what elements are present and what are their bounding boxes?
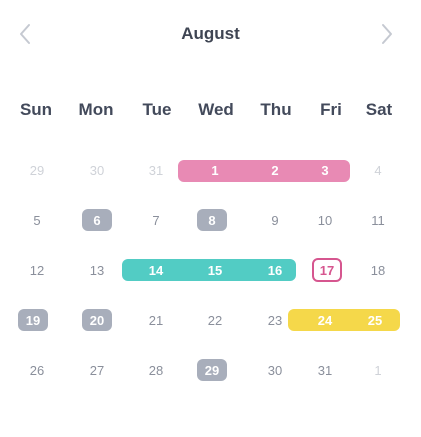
weekday-wed: Wed	[198, 100, 234, 119]
calendar-day[interactable]: 19	[4, 300, 62, 340]
calendar-day[interactable]: 1	[186, 150, 244, 190]
calendar-day[interactable]: 6	[68, 200, 126, 240]
calendar-day[interactable]: 3	[296, 150, 354, 190]
calendar-day[interactable]: 29	[8, 150, 66, 190]
weekday-mon: Mon	[78, 100, 114, 119]
calendar-grid: 29 30 31 1 2 3 4 5 6 7 8 9 10 11 12 13 1…	[0, 150, 421, 430]
calendar-day[interactable]: 5	[8, 200, 66, 240]
calendar-day-today[interactable]: 17	[298, 250, 356, 290]
calendar-day[interactable]: 21	[127, 300, 185, 340]
weekday-sun: Sun	[19, 100, 53, 119]
calendar-day[interactable]: 26	[8, 350, 66, 390]
next-month-button[interactable]	[372, 20, 400, 48]
weekday-header-row: Sun Mon Tue Wed Thu Fri Sat	[0, 100, 421, 124]
calendar-day[interactable]: 31	[296, 350, 354, 390]
chevron-right-icon	[382, 24, 392, 44]
calendar-day[interactable]: 10	[296, 200, 354, 240]
calendar-day[interactable]: 8	[183, 200, 241, 240]
calendar-day[interactable]: 11	[349, 200, 407, 240]
weekday-tue: Tue	[142, 100, 172, 119]
calendar-day[interactable]: 31	[127, 150, 185, 190]
month-title: August	[181, 24, 240, 43]
calendar-day[interactable]: 15	[186, 250, 244, 290]
calendar-day[interactable]: 25	[346, 300, 404, 340]
calendar-day[interactable]: 30	[68, 150, 126, 190]
calendar-day[interactable]: 4	[349, 150, 407, 190]
calendar-day[interactable]: 22	[186, 300, 244, 340]
calendar-day[interactable]: 20	[68, 300, 126, 340]
weekday-sat: Sat	[365, 100, 393, 119]
calendar-day[interactable]: 16	[246, 250, 304, 290]
calendar-day[interactable]: 14	[127, 250, 185, 290]
calendar-day[interactable]: 1	[349, 350, 407, 390]
calendar-day[interactable]: 13	[68, 250, 126, 290]
calendar-day[interactable]: 18	[349, 250, 407, 290]
calendar-header: August	[0, 14, 421, 54]
calendar-day[interactable]: 7	[127, 200, 185, 240]
weekday-thu: Thu	[260, 100, 292, 119]
calendar-day[interactable]: 28	[127, 350, 185, 390]
calendar-day[interactable]: 29	[183, 350, 241, 390]
calendar-day[interactable]: 12	[8, 250, 66, 290]
calendar-day[interactable]: 27	[68, 350, 126, 390]
